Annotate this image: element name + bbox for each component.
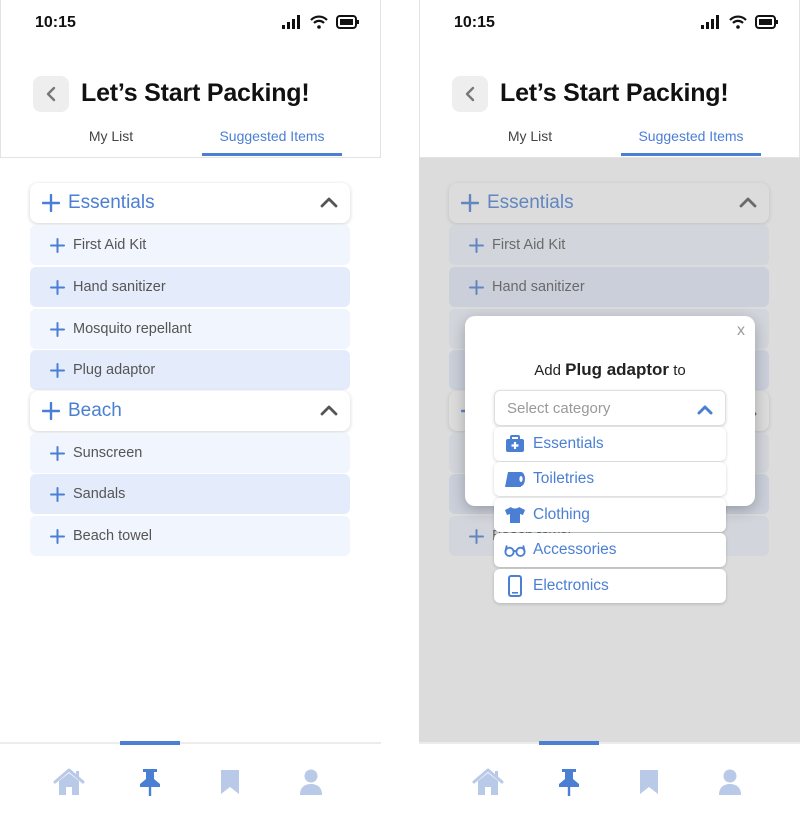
header: 10:15 Let’s Start Packing! My List Sugge… (0, 0, 381, 158)
plus-icon (50, 528, 65, 544)
plus-icon (50, 321, 65, 337)
signal-icon (282, 15, 300, 29)
user-icon[interactable] (714, 766, 746, 798)
nav-active-indicator (120, 741, 180, 745)
plus-icon (42, 402, 60, 420)
list-item[interactable]: Mosquito repellant (30, 309, 350, 349)
chevron-up-icon[interactable] (320, 196, 338, 208)
tab-my-list[interactable]: My List (480, 128, 580, 144)
wifi-icon (729, 15, 747, 29)
bottom-nav (0, 741, 381, 826)
option-toiletries[interactable]: Toiletries (494, 462, 726, 496)
status-bar: 10:15 (420, 0, 799, 48)
list-item[interactable]: First Aid Kit (30, 225, 350, 265)
tab-active-indicator (202, 153, 342, 156)
tab-my-list[interactable]: My List (61, 128, 161, 144)
tab-active-indicator (621, 153, 761, 156)
status-icons (701, 15, 779, 29)
modal-prefix: Add (534, 362, 561, 379)
modal-item-name: Plug adaptor (565, 360, 670, 379)
list-item[interactable]: Sandals (30, 474, 350, 514)
option-label: Clothing (533, 506, 590, 523)
glasses-icon (504, 539, 526, 561)
option-essentials[interactable]: Essentials (494, 427, 726, 461)
category-select[interactable]: Select category (494, 390, 726, 426)
chevron-up-icon (697, 405, 713, 415)
item-label: First Aid Kit (73, 237, 147, 253)
item-label: Plug adaptor (73, 362, 156, 378)
chevron-left-icon (465, 86, 475, 102)
option-electronics[interactable]: Electronics (494, 569, 726, 603)
option-clothing[interactable]: Clothing (494, 498, 726, 532)
plus-icon (50, 362, 65, 378)
nav-active-indicator (539, 741, 599, 745)
screen-suggested-items: 10:15 Let’s Start Packing! My List Sugge… (0, 0, 381, 826)
item-label: Mosquito repellant (73, 321, 192, 337)
category-essentials[interactable]: Essentials (30, 183, 350, 223)
bookmark-icon[interactable] (214, 766, 246, 798)
plus-icon (50, 279, 65, 295)
tab-suggested-items[interactable]: Suggested Items (201, 128, 343, 144)
header: 10:15 Let’s Start Packing! My List Sugge… (419, 0, 800, 158)
home-icon[interactable] (53, 766, 85, 798)
plus-icon (50, 445, 65, 461)
page-title: Let’s Start Packing! (500, 79, 729, 107)
pin-icon[interactable] (134, 766, 166, 798)
list-item[interactable]: Beach towel (30, 516, 350, 556)
select-placeholder: Select category (507, 400, 611, 417)
option-label: Essentials (533, 435, 604, 452)
screen-add-to-category: 10:15 Let’s Start Packing! My List Sugge… (419, 0, 800, 826)
status-bar: 10:15 (1, 0, 380, 48)
bookmark-icon[interactable] (633, 766, 665, 798)
battery-icon (336, 15, 359, 29)
bottom-nav (419, 741, 800, 826)
plus-icon (50, 237, 65, 253)
option-label: Electronics (533, 577, 609, 594)
battery-icon (755, 15, 778, 29)
status-time: 10:15 (454, 14, 495, 31)
status-icons (282, 15, 360, 29)
back-button[interactable] (33, 76, 69, 112)
category-label: Essentials (68, 192, 155, 213)
category-beach[interactable]: Beach (30, 391, 350, 431)
user-icon[interactable] (295, 766, 327, 798)
back-button[interactable] (452, 76, 488, 112)
list-item[interactable]: Sunscreen (30, 433, 350, 473)
item-label: Sunscreen (73, 445, 143, 461)
toilet-paper-icon (504, 468, 526, 490)
modal-suffix: to (673, 362, 686, 379)
plus-icon (50, 486, 65, 502)
plus-icon (42, 194, 60, 212)
pin-icon[interactable] (553, 766, 585, 798)
option-label: Toiletries (533, 470, 595, 487)
modal-message: Add Plug adaptor to (465, 360, 755, 380)
item-label: Beach towel (73, 528, 152, 544)
status-time: 10:15 (35, 14, 76, 31)
item-label: Hand sanitizer (73, 279, 166, 295)
phone-icon (504, 575, 526, 597)
category-label: Beach (68, 400, 122, 421)
chevron-up-icon[interactable] (320, 404, 338, 416)
list-item[interactable]: Hand sanitizer (30, 267, 350, 307)
tab-suggested-items[interactable]: Suggested Items (620, 128, 762, 144)
first-aid-icon (504, 433, 526, 455)
wifi-icon (310, 15, 328, 29)
option-accessories[interactable]: Accessories (494, 533, 726, 567)
page-title: Let’s Start Packing! (81, 79, 310, 107)
signal-icon (701, 15, 719, 29)
item-label: Sandals (73, 486, 126, 502)
chevron-left-icon (46, 86, 56, 102)
list-item[interactable]: Plug adaptor (30, 350, 350, 390)
shirt-icon (504, 504, 526, 526)
home-icon[interactable] (472, 766, 504, 798)
option-label: Accessories (533, 541, 617, 558)
close-icon[interactable]: x (737, 322, 745, 340)
